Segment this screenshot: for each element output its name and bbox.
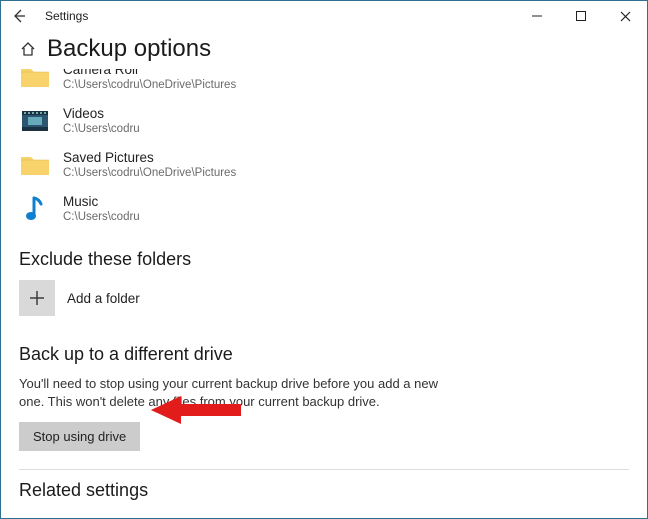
page-title: Backup options [47, 35, 211, 63]
folder-icon [19, 69, 51, 93]
close-icon [620, 11, 631, 22]
back-button[interactable] [1, 8, 37, 24]
folder-path: C:\Users\codru [63, 211, 140, 225]
folder-path: C:\Users\codru\OneDrive\Pictures [63, 167, 236, 181]
folder-name: Camera Roll [63, 69, 236, 79]
minimize-icon [532, 11, 542, 21]
home-icon [19, 40, 37, 58]
advanced-settings-link[interactable]: See advanced settings [19, 511, 629, 512]
maximize-icon [576, 11, 586, 21]
stop-using-drive-button[interactable]: Stop using drive [19, 422, 140, 451]
folder-name: Saved Pictures [63, 149, 236, 167]
plus-icon [19, 280, 55, 316]
list-item[interactable]: Music C:\Users\codru [19, 187, 629, 231]
page-header: Backup options [1, 31, 647, 69]
folder-name: Videos [63, 105, 140, 123]
content-area: Camera Roll C:\Users\codru\OneDrive\Pict… [1, 69, 647, 512]
diffdrive-heading: Back up to a different drive [19, 344, 629, 365]
window-title: Settings [45, 9, 88, 23]
list-item[interactable]: Camera Roll C:\Users\codru\OneDrive\Pict… [19, 69, 629, 99]
videos-icon [19, 105, 51, 137]
close-button[interactable] [603, 1, 647, 31]
separator [19, 469, 629, 470]
related-heading: Related settings [19, 480, 629, 501]
arrow-left-icon [11, 8, 27, 24]
minimize-button[interactable] [515, 1, 559, 31]
maximize-button[interactable] [559, 1, 603, 31]
folder-path: C:\Users\codru\OneDrive\Pictures [63, 79, 236, 93]
folder-name: Music [63, 193, 140, 211]
music-icon [19, 193, 51, 225]
list-item[interactable]: Videos C:\Users\codru [19, 99, 629, 143]
list-item[interactable]: Saved Pictures C:\Users\codru\OneDrive\P… [19, 143, 629, 187]
folder-path: C:\Users\codru [63, 123, 140, 137]
diffdrive-description: You'll need to stop using your current b… [19, 375, 449, 410]
folder-icon [19, 149, 51, 181]
add-folder-label: Add a folder [67, 291, 140, 306]
titlebar: Settings [1, 1, 647, 31]
exclude-heading: Exclude these folders [19, 249, 629, 270]
add-folder-button[interactable]: Add a folder [19, 280, 629, 316]
home-button[interactable] [19, 40, 37, 58]
